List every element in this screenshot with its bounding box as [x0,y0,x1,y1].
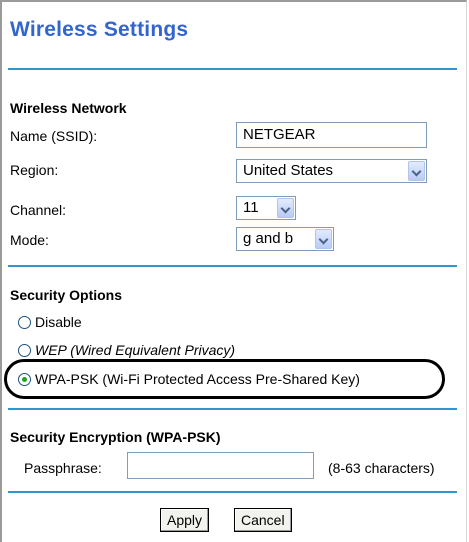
channel-selected-value: 11 [243,199,259,216]
divider [8,265,457,267]
passphrase-input[interactable] [127,452,314,479]
security-options-heading: Security Options [10,287,123,303]
region-label: Region: [10,162,59,178]
chevron-down-icon[interactable] [408,161,425,181]
mode-label: Mode: [10,232,49,248]
cancel-button[interactable]: Cancel [234,508,292,532]
chevron-down-icon[interactable] [315,229,332,249]
radio-icon[interactable] [18,344,31,357]
wireless-network-heading: Wireless Network [10,100,127,116]
chevron-down-icon[interactable] [277,198,294,218]
mode-select[interactable]: g and b [236,227,334,251]
passphrase-label: Passphrase: [24,460,102,476]
radio-label-wep: WEP (Wired Equivalent Privacy) [35,342,236,358]
security-encryption-heading: Security Encryption (WPA-PSK) [10,429,221,445]
passphrase-hint: (8-63 characters) [328,460,435,476]
ssid-label: Name (SSID): [10,128,98,144]
mode-selected-value: g and b [243,230,294,247]
highlight-oval [4,359,445,399]
channel-label: Channel: [10,202,67,218]
divider [8,491,457,493]
ssid-input[interactable]: NETGEAR [236,122,427,148]
radio-option-disable[interactable]: Disable [18,314,82,330]
page-title: Wireless Settings [10,18,189,41]
title-divider [8,68,457,70]
radio-option-wep[interactable]: WEP (Wired Equivalent Privacy) [18,341,235,358]
apply-button[interactable]: Apply [160,508,210,532]
radio-icon[interactable] [18,315,31,329]
radio-label-disable: Disable [35,314,82,330]
divider [8,408,457,410]
region-select[interactable]: United States [236,159,427,183]
ssid-value: NETGEAR [243,126,316,143]
region-selected-value: United States [243,162,334,179]
channel-select[interactable]: 11 [236,196,296,220]
